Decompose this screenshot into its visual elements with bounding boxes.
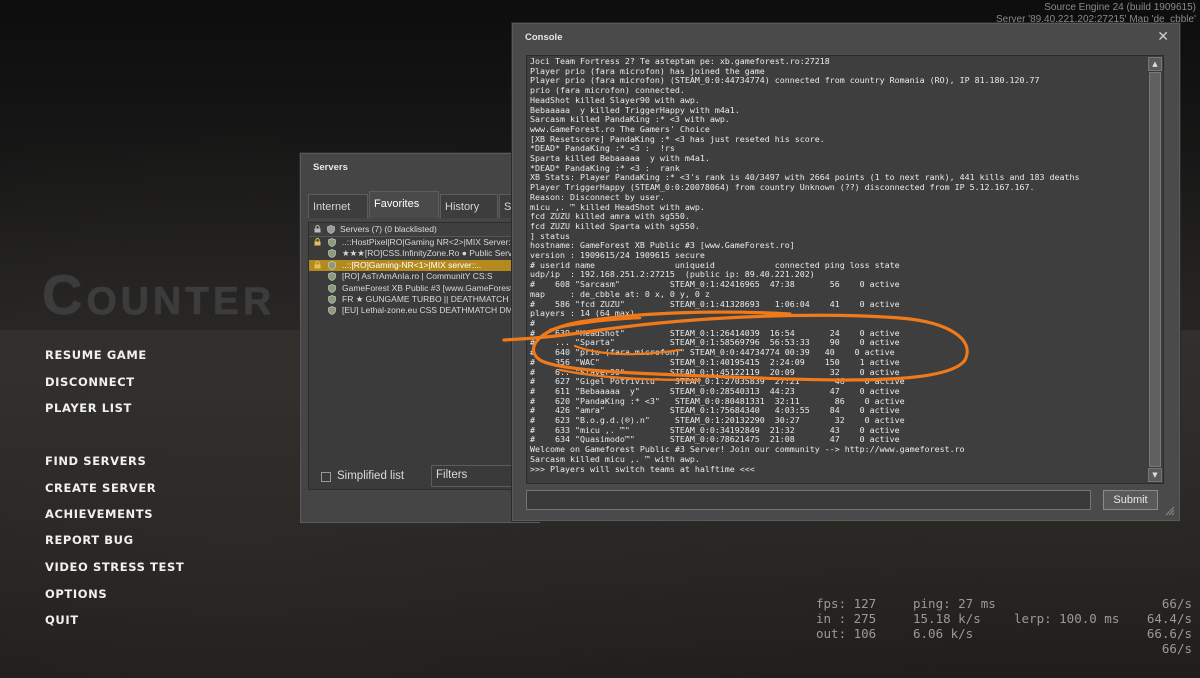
servers-window-title: Servers (313, 162, 348, 173)
shield-icon (327, 225, 335, 234)
server-name: FR ★ GUNGAME TURBO || DEATHMATCH (342, 293, 509, 304)
server-name: ★★★[RO]CSS.InfinityZone.Ro ● Public Serv… (342, 248, 520, 259)
console-window-title: Console (525, 32, 563, 43)
server-name: [EU] Lethal-zone.eu CSS DEATHMATCH DM (342, 305, 513, 316)
close-icon[interactable]: ✕ (1157, 29, 1169, 45)
lock-icon (314, 225, 321, 233)
lock-icon (314, 238, 321, 246)
server-list-header[interactable]: Servers (7) (0 blacklisted) (309, 223, 540, 237)
menu-create-server[interactable]: CREATE SERVER (45, 481, 156, 495)
net-graph: fps: 127 ping: 27 ms 66/s in : 275 15.18… (816, 596, 1196, 656)
tab-internet[interactable]: Internet (308, 194, 368, 218)
shield-icon (328, 238, 336, 247)
servers-window[interactable]: Servers Internet Favorites History Sp Se… (300, 153, 541, 523)
server-list[interactable]: Servers (7) (0 blacklisted) ..::HostPixe… (308, 222, 541, 490)
resize-grip-icon[interactable] (1165, 506, 1175, 516)
console-output[interactable]: Joci Team Fortress 2? Te asteptam pe: xb… (526, 55, 1164, 484)
server-row[interactable]: ..::[RO]Gaming-NR<1>|MIX server::.. (309, 259, 540, 272)
submit-button[interactable]: Submit (1103, 490, 1158, 510)
server-row[interactable]: [RO] AsTrAmAnIa.ro | CommunitY CS:S (309, 271, 540, 282)
shield-icon (328, 272, 336, 281)
menu-player-list[interactable]: PLAYER LIST (45, 401, 132, 415)
menu-quit[interactable]: QUIT (45, 613, 79, 627)
engine-build: Source Engine 24 (build 1909615) (1044, 2, 1196, 13)
server-name: ..::HostPixel|RO|Gaming NR<2>|MIX Server… (342, 237, 518, 247)
out-readout: out: 106 (816, 626, 877, 641)
in-rate-readout: 15.18 k/s (913, 611, 981, 626)
shield-icon (328, 260, 336, 270)
console-line: >>> Players will switch teams at halftim… (530, 463, 755, 474)
console-input[interactable] (526, 490, 1091, 510)
scroll-down-icon[interactable]: ▼ (1148, 468, 1162, 482)
server-row[interactable]: [EU] Lethal-zone.eu CSS DEATHMATCH DM (309, 305, 540, 316)
console-scrollbar[interactable]: ▲ ▼ (1148, 57, 1162, 482)
scroll-up-icon[interactable]: ▲ (1148, 57, 1162, 71)
lerp-readout: lerp: 100.0 ms (1014, 611, 1120, 626)
scroll-thumb[interactable] (1149, 72, 1161, 467)
console-line: fcd ZUZU killed Sparta with sg550. (530, 220, 700, 231)
server-row[interactable]: ★★★[RO]CSS.InfinityZone.Ro ● Public Serv… (309, 248, 540, 259)
rate-readout-2: 64.4/s (1146, 611, 1192, 626)
server-count-label: Servers (7) (0 blacklisted) (340, 224, 437, 234)
menu-find-servers[interactable]: FIND SERVERS (45, 454, 146, 468)
shield-icon (328, 306, 336, 316)
menu-report-bug[interactable]: REPORT BUG (45, 533, 134, 547)
fps-readout: fps: 127 (816, 596, 877, 611)
simplified-list-checkbox[interactable] (321, 472, 331, 482)
in-readout: in : 275 (816, 611, 877, 626)
server-rows: ..::HostPixel|RO|Gaming NR<2>|MIX Server… (309, 237, 540, 317)
game-logo: Counter (42, 263, 276, 326)
server-name: ..::[RO]Gaming-NR<1>|MIX server::.. (342, 259, 482, 270)
lock-icon (314, 260, 321, 269)
shield-icon (328, 249, 336, 259)
shield-icon (328, 283, 336, 293)
server-row[interactable]: GameForest XB Public #3 [www.GameForest.… (309, 283, 540, 294)
server-name: GameForest XB Public #3 [www.GameForest.… (342, 282, 525, 293)
console-line: players : 14 (64 max) (530, 308, 635, 319)
server-name: [RO] AsTrAmAnIa.ro | CommunitY CS:S (342, 271, 493, 282)
menu-video-stress-test[interactable]: VIDEO STRESS TEST (45, 560, 184, 574)
menu-resume-game[interactable]: RESUME GAME (45, 348, 147, 362)
out-rate-readout: 6.06 k/s (913, 626, 974, 641)
tab-history[interactable]: History (440, 194, 498, 218)
server-row[interactable]: FR ★ GUNGAME TURBO || DEATHMATCH (309, 294, 540, 305)
menu-achievements[interactable]: ACHIEVEMENTS (45, 507, 153, 521)
menu-options[interactable]: OPTIONS (45, 587, 107, 601)
server-row[interactable]: ..::HostPixel|RO|Gaming NR<2>|MIX Server… (309, 237, 540, 248)
rate-readout-3: 66.6/s (1146, 626, 1192, 641)
console-log: Joci Team Fortress 2? Te asteptam pe: xb… (530, 57, 1145, 474)
tab-favorites[interactable]: Favorites (369, 191, 439, 218)
rate-readout-4: 66/s (1161, 641, 1192, 656)
shield-icon (328, 295, 336, 304)
console-window[interactable]: Console ✕ Joci Team Fortress 2? Te astep… (512, 23, 1180, 521)
simplified-list-label: Simplified list (337, 470, 405, 482)
ping-readout: ping: 27 ms (913, 596, 996, 611)
rate-readout-1: 66/s (1161, 596, 1192, 611)
menu-disconnect[interactable]: DISCONNECT (45, 375, 135, 389)
